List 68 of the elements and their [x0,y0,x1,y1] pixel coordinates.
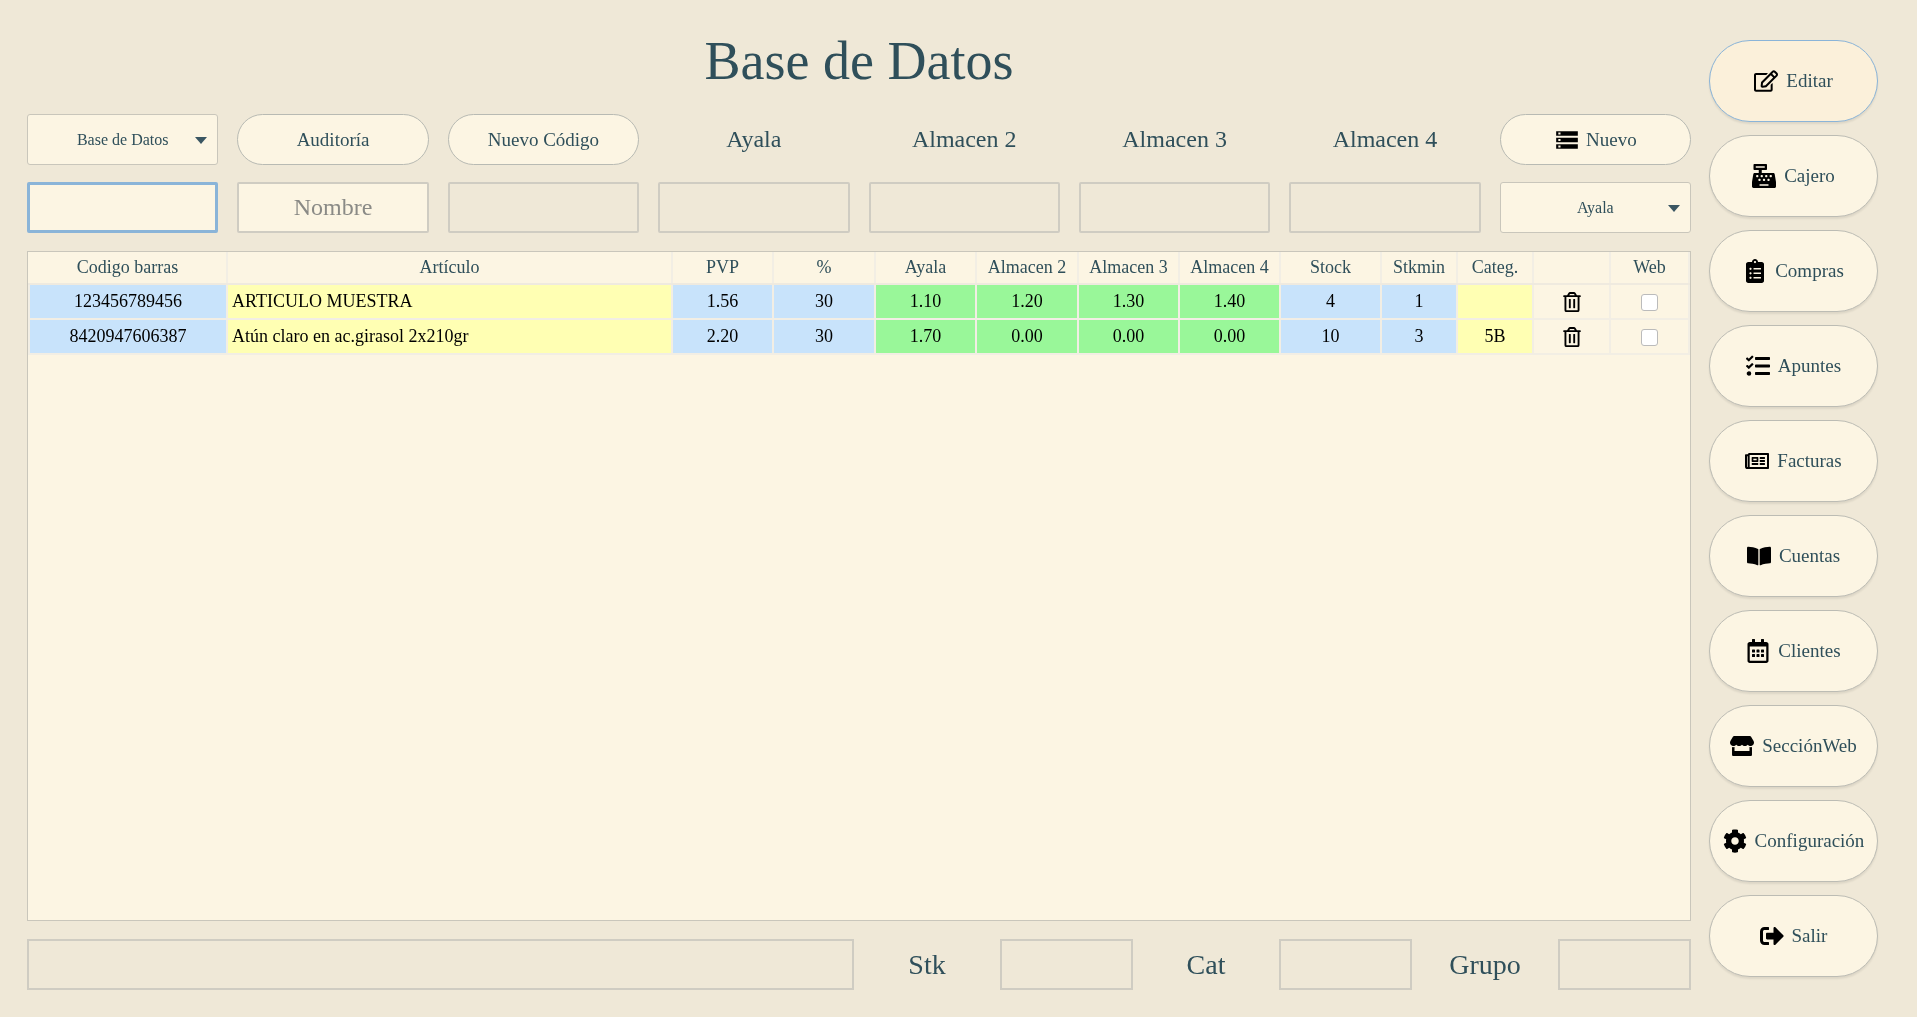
table-cell: 1 [1381,284,1457,319]
table-cell: 1.20 [976,284,1078,319]
nav-button[interactable]: SecciónWeb [1709,705,1878,787]
table-cell: 5B [1457,319,1533,354]
nav-button[interactable]: Configuración [1709,800,1878,882]
nav-button[interactable]: Apuntes [1709,325,1878,407]
input-field[interactable] [1279,939,1412,990]
nav-button[interactable]: Salir [1709,895,1878,977]
cash-register-icon [1752,164,1777,188]
table-cell: 0.00 [1078,319,1179,354]
input-field[interactable] [1558,939,1691,990]
trash-icon[interactable] [1561,292,1582,313]
filter-input[interactable] [1078,182,1271,233]
store-icon [1730,734,1755,758]
input-field[interactable] [1000,939,1133,990]
trash-icon[interactable] [1561,327,1582,348]
nav-button[interactable]: Cuentas [1709,515,1878,597]
table-cell: ARTICULO MUESTRA [227,284,672,319]
table-cell: 1.56 [672,284,773,319]
exit-icon [1759,924,1784,948]
warehouse-label: Almacen 2 [911,126,1017,153]
table-cell: 1.40 [1179,284,1280,319]
filter-input[interactable] [868,182,1060,233]
field-label: Stk [908,948,946,981]
database-select[interactable]: Base de Datos [27,114,219,165]
filter-input[interactable] [27,182,219,233]
book-icon [1746,544,1771,568]
filter-input[interactable]: Nombre [237,182,429,233]
nav-button[interactable]: Compras [1709,230,1878,312]
filter-input[interactable] [447,182,640,233]
web-checkbox[interactable] [1641,294,1658,312]
table-cell: 0.00 [976,319,1078,354]
table-cell: Atún claro en ac.girasol 2x210gr [227,319,672,354]
action-button[interactable]: Nuevo [1499,114,1691,165]
warehouse-label: Almacen 4 [1332,126,1438,153]
table-cell: 30 [773,319,875,354]
table-cell: 30 [773,284,875,319]
action-button[interactable]: Auditoría [237,114,429,165]
nav-button[interactable]: Clientes [1709,610,1878,692]
web-checkbox[interactable] [1641,329,1658,347]
table-cell: 1.30 [1078,284,1179,319]
settings-icon [1722,829,1747,853]
warehouse-select[interactable]: Ayala [1499,182,1691,233]
filter-input[interactable] [1289,182,1481,233]
calendar-icon [1746,639,1771,663]
nav-button[interactable]: Cajero [1709,135,1878,217]
table-cell: 4 [1280,284,1381,319]
field-label: Cat [1186,948,1226,981]
edit-icon [1754,69,1779,93]
table-cell: 10 [1280,319,1381,354]
table-cell: 3 [1381,319,1457,354]
nav-button[interactable]: Editar [1709,40,1878,122]
table-cell: 8420947606387 [29,319,227,354]
action-button[interactable]: Nuevo Código [447,114,640,165]
checklist-icon [1745,354,1770,378]
warehouse-label: Almacen 3 [1122,126,1227,153]
warehouse-label: Ayala [726,126,782,153]
table-cell: 1.70 [875,319,976,354]
field-label: Grupo [1449,948,1521,981]
filter-input[interactable] [658,182,850,233]
table-cell: 1.10 [875,284,976,319]
input-field[interactable] [27,939,854,990]
page-title: Base de Datos [704,30,1014,92]
table-cell: 123456789456 [29,284,227,319]
column-header: Web [1610,252,1689,284]
nav-button[interactable]: Facturas [1709,420,1878,502]
table-cell: 0.00 [1179,319,1280,354]
table-cell: 2.20 [672,319,773,354]
